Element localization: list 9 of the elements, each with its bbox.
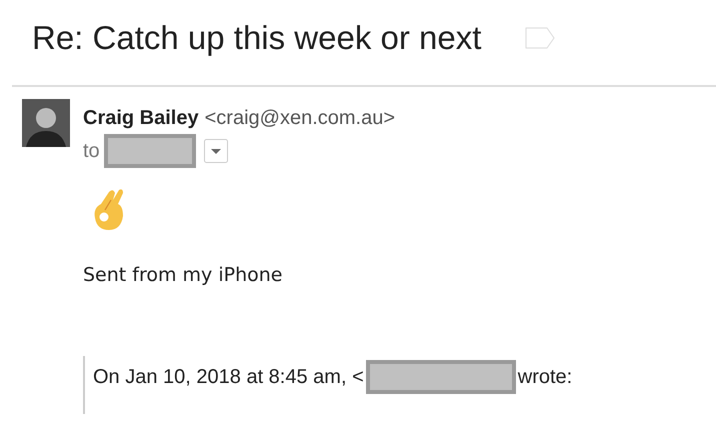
sender-email: <craig@xen.com.au> [204, 107, 396, 130]
signature-text: Sent from my iPhone [83, 264, 284, 286]
dropdown-icon[interactable] [204, 139, 228, 163]
email-subject: Re: Catch up this week or next [32, 19, 482, 57]
avatar [22, 99, 70, 147]
recipient-prefix: to [83, 140, 100, 162]
sender-name: Craig Bailey [83, 107, 199, 130]
quote-attribution-suffix: wrote: [518, 366, 572, 388]
quote-attribution: On Jan 10, 2018 at 8:45 am, < [93, 366, 364, 388]
